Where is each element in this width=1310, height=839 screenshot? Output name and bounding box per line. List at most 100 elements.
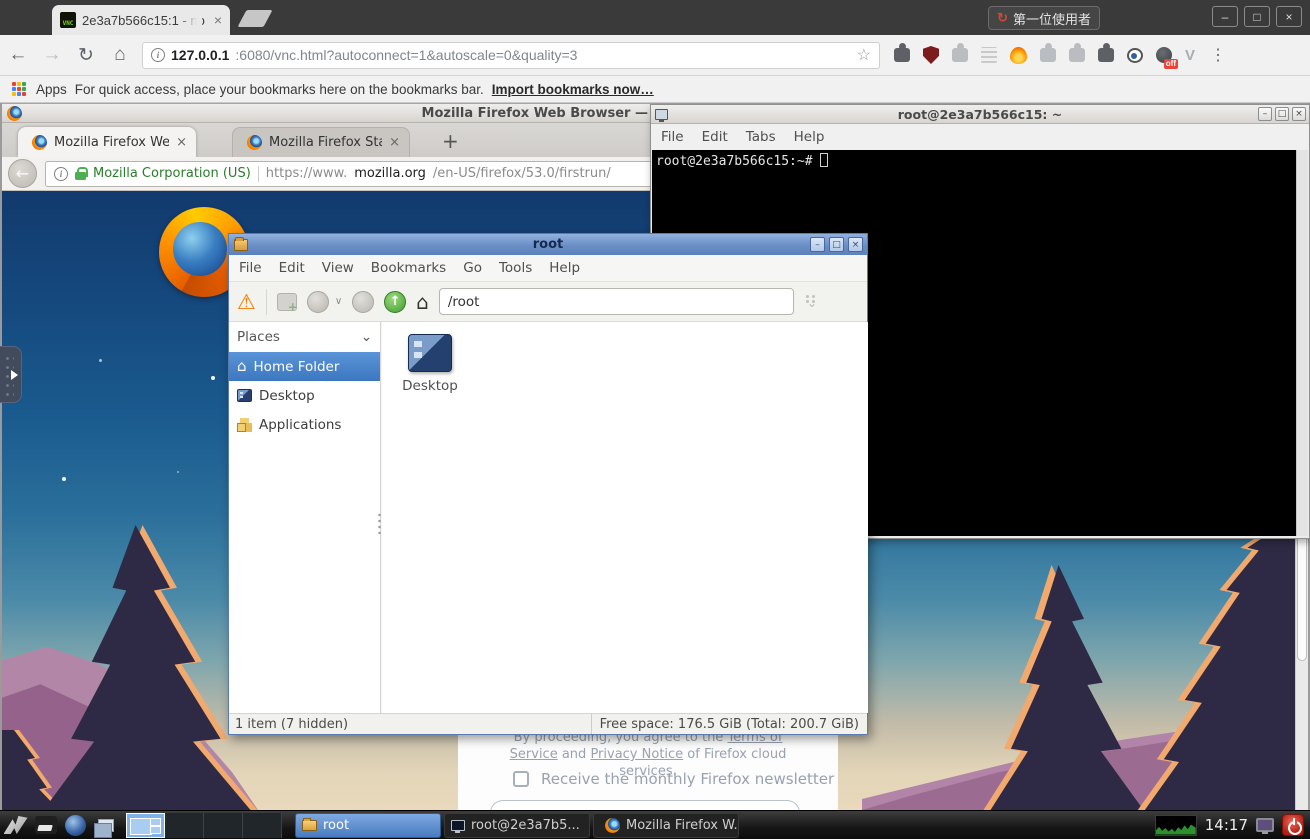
file-manager-launcher[interactable] <box>32 813 59 838</box>
firefox-icon <box>247 135 262 150</box>
cpu-monitor[interactable] <box>1155 815 1197 836</box>
home-icon[interactable]: ⌂ <box>416 290 429 314</box>
newsletter-checkbox[interactable] <box>513 771 529 787</box>
email-input[interactable] <box>490 800 800 810</box>
workspace-3[interactable] <box>204 813 243 838</box>
back-icon[interactable] <box>307 291 329 313</box>
forward-button[interactable]: → <box>40 44 64 66</box>
forward-icon[interactable] <box>352 291 374 313</box>
off-badge: off <box>1164 59 1178 69</box>
terminal-scrollbar[interactable] <box>1296 150 1308 536</box>
address-bar[interactable]: i 127.0.0.1 :6080/vnc.html?autoconnect=1… <box>142 42 880 69</box>
bookmark-star-icon[interactable]: ☆ <box>857 45 871 65</box>
menu-edit[interactable]: Edit <box>702 129 728 145</box>
vimium-extension-icon[interactable]: V <box>1185 47 1195 64</box>
warning-icon[interactable]: ⚠ <box>237 290 256 314</box>
window-maximize-button[interactable]: □ <box>829 237 844 252</box>
menu-file[interactable]: File <box>661 129 684 145</box>
places-header[interactable]: Places ⌄ <box>229 322 380 352</box>
firefox-back-button[interactable]: ← <box>8 159 37 188</box>
workspace-1[interactable] <box>126 813 165 838</box>
window-minimize-button[interactable]: – <box>1258 107 1272 121</box>
tab-close-icon[interactable]: × <box>389 135 400 150</box>
menu-help[interactable]: Help <box>794 129 825 145</box>
page-info-icon[interactable]: i <box>151 48 165 62</box>
task-button-firefox[interactable]: Mozilla Firefox W... <box>593 813 739 838</box>
workspace-2[interactable] <box>165 813 204 838</box>
path-input[interactable]: /root <box>439 288 794 315</box>
menu-file[interactable]: File <box>239 260 262 276</box>
chrome-new-tab-button[interactable] <box>237 10 272 27</box>
new-tab-icon[interactable] <box>277 293 297 311</box>
identity-label[interactable]: Mozilla Corporation (US) <box>93 166 251 181</box>
ublock-shield-icon[interactable] <box>923 46 939 64</box>
window-maximize-button[interactable]: □ <box>1275 107 1289 121</box>
screen-lock-icon[interactable] <box>1256 818 1274 832</box>
newsletter-label: Receive the monthly Firefox newsletter <box>541 770 834 788</box>
task-button-terminal[interactable]: root@2e3a7b5... <box>444 813 590 838</box>
extension-lattice-icon[interactable] <box>981 47 997 63</box>
applications-icon <box>237 418 252 432</box>
window-close-button[interactable]: × <box>848 237 863 252</box>
profile-badge[interactable]: ↻ 第一位使用者 <box>988 6 1100 30</box>
window-close-button[interactable]: × <box>1292 107 1306 121</box>
import-bookmarks-link[interactable]: Import bookmarks now… <box>492 82 654 97</box>
firefox-tab-active[interactable]: Mozilla Firefox Web Bro × <box>18 127 196 157</box>
privacy-notice-link[interactable]: Privacy Notice <box>590 747 683 762</box>
terminal-prompt: root@2e3a7b566c15:~# <box>656 154 813 169</box>
home-button[interactable]: ⌂ <box>108 44 132 66</box>
window-maximize-button[interactable]: □ <box>1244 6 1270 27</box>
extension-puzzle-icon[interactable] <box>1098 48 1114 62</box>
file-list-area[interactable]: Desktop <box>382 322 868 713</box>
up-directory-icon[interactable]: ↑ <box>384 291 406 313</box>
new-tab-button[interactable]: + <box>442 131 459 151</box>
chrome-tab[interactable]: VNC 2e3a7b566c15:1 - no × <box>52 5 230 35</box>
apps-label[interactable]: Apps <box>36 82 67 97</box>
side-pane-toggle-icon[interactable] <box>804 294 820 310</box>
file-manager-titlebar[interactable]: root – □ × <box>229 234 867 255</box>
sidebar-item-home-folder[interactable]: ⌂ Home Folder <box>229 352 380 381</box>
workspace-4[interactable] <box>243 813 282 838</box>
desktop-folder-item[interactable]: Desktop <box>397 334 463 394</box>
chrome-menu-icon[interactable]: ⋮ <box>1210 45 1226 65</box>
sidebar-item-desktop[interactable]: Desktop <box>229 381 380 410</box>
firefox-tab-inactive[interactable]: Mozilla Firefox Start Pag × <box>232 127 410 157</box>
window-minimize-button[interactable]: – <box>1212 6 1238 27</box>
divider <box>258 166 259 182</box>
tab-close-icon[interactable]: × <box>176 135 187 150</box>
window-minimize-button[interactable]: – <box>810 237 825 252</box>
menu-help[interactable]: Help <box>549 260 580 276</box>
menu-edit[interactable]: Edit <box>279 260 305 276</box>
extension-puzzle-icon[interactable] <box>1040 48 1056 62</box>
chevron-down-icon[interactable]: ∨ <box>335 296 342 307</box>
back-button[interactable]: ← <box>6 44 30 66</box>
novnc-control-handle[interactable] <box>0 346 22 403</box>
tab-close-icon[interactable]: × <box>214 13 222 27</box>
extension-puzzle-icon[interactable] <box>952 48 968 62</box>
chat-bubble-extension-icon[interactable] <box>1127 48 1143 63</box>
menu-go[interactable]: Go <box>463 260 482 276</box>
proxy-off-extension-icon[interactable]: off <box>1156 47 1172 63</box>
extension-puzzle-icon[interactable] <box>894 48 910 62</box>
apps-grid-icon[interactable] <box>12 82 16 86</box>
iconify-all-button[interactable] <box>92 813 119 838</box>
flame-extension-icon[interactable] <box>1010 47 1027 64</box>
star-dot <box>62 477 66 481</box>
start-menu-button[interactable] <box>2 813 29 838</box>
page-info-icon[interactable]: i <box>54 167 68 181</box>
reload-button[interactable]: ↻ <box>74 44 98 67</box>
sidebar-item-applications[interactable]: Applications <box>229 410 380 439</box>
menu-tools[interactable]: Tools <box>499 260 532 276</box>
menu-tabs[interactable]: Tabs <box>746 129 776 145</box>
logout-button[interactable] <box>1282 814 1304 836</box>
terminal-titlebar[interactable]: root@2e3a7b566c15: ~ – □ × <box>651 105 1309 124</box>
browser-launcher[interactable] <box>62 813 89 838</box>
clock[interactable]: 14:17 <box>1205 816 1248 834</box>
extension-puzzle-icon[interactable] <box>1069 48 1085 62</box>
chevron-down-icon[interactable]: ⌄ <box>361 329 372 345</box>
task-button-root[interactable]: root <box>295 813 441 838</box>
menu-view[interactable]: View <box>322 260 354 276</box>
terminal-icon <box>451 820 465 831</box>
window-close-button[interactable]: × <box>1276 6 1302 27</box>
menu-bookmarks[interactable]: Bookmarks <box>371 260 446 276</box>
